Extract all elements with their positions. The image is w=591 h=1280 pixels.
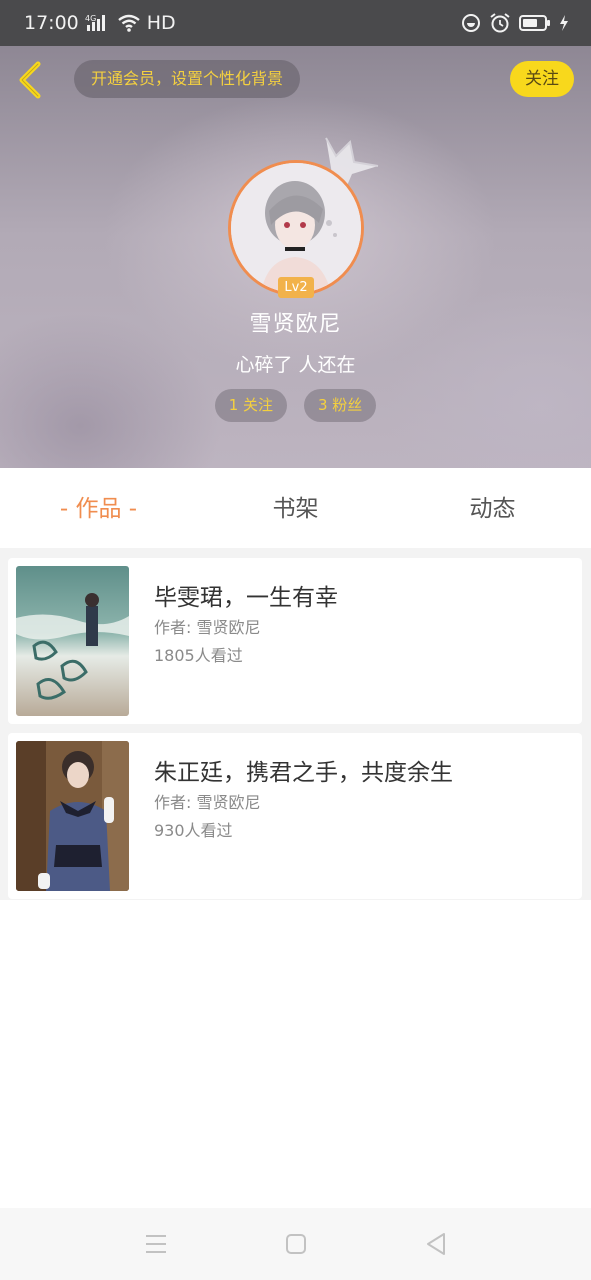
- charging-icon: [559, 14, 569, 32]
- tab-works[interactable]: - 作品 -: [0, 468, 197, 548]
- work-views: 930人看过: [154, 821, 233, 840]
- alarm-icon: [489, 12, 511, 34]
- book-cover-image: [16, 566, 129, 716]
- profile-header: 开通会员，设置个性化背景 关注 Lv2 雪贤欧尼 心碎了 人还在 1 关注 3: [0, 46, 591, 468]
- work-card[interactable]: 毕雯珺，一生有幸 作者: 雪贤欧尼 1805人看过: [8, 558, 582, 724]
- tab-activity[interactable]: 动态: [394, 468, 591, 548]
- home-button[interactable]: [279, 1227, 313, 1261]
- status-bar: 17:00 4G HD: [0, 0, 591, 46]
- username: 雪贤欧尼: [249, 312, 342, 337]
- works-list: 毕雯珺，一生有幸 作者: 雪贤欧尼 1805人看过 朱正廷，携君之手，共度余生 …: [0, 548, 591, 900]
- following-count-button[interactable]: 1 关注: [214, 389, 287, 422]
- tab-bookshelf[interactable]: 书架: [197, 468, 394, 548]
- work-author: 作者: 雪贤欧尼: [154, 618, 261, 637]
- work-author: 作者: 雪贤欧尼: [154, 793, 261, 812]
- avatar[interactable]: [228, 160, 364, 296]
- work-views: 1805人看过: [154, 646, 243, 665]
- work-title: 朱正廷，携君之手，共度余生: [154, 760, 453, 786]
- menu-icon: [145, 1235, 166, 1253]
- user-signature: 心碎了 人还在: [235, 354, 356, 376]
- work-title: 毕雯珺，一生有幸: [154, 585, 338, 611]
- system-navigation-bar: [0, 1208, 591, 1280]
- status-left: 17:00 4G HD: [24, 12, 176, 34]
- back-nav-button[interactable]: [419, 1227, 453, 1261]
- back-triangle-icon: [426, 1233, 445, 1255]
- back-button[interactable]: [14, 58, 50, 102]
- profile-tabs: - 作品 - 书架 动态: [0, 468, 591, 548]
- book-cover-image: [16, 741, 129, 891]
- user-stats: 1 关注 3 粉丝: [0, 389, 591, 422]
- menu-button[interactable]: [139, 1227, 173, 1261]
- vpn-icon: [461, 13, 481, 33]
- status-right: [461, 12, 569, 34]
- fans-count-button[interactable]: 3 粉丝: [304, 389, 377, 422]
- home-square-icon: [285, 1234, 306, 1254]
- network-label: HD: [146, 12, 176, 34]
- vip-background-banner[interactable]: 开通会员，设置个性化背景: [74, 60, 301, 98]
- follow-button[interactable]: 关注: [510, 61, 574, 97]
- status-time: 17:00: [24, 12, 79, 34]
- chevron-left-icon: [19, 61, 41, 99]
- battery-icon: [519, 14, 551, 32]
- 4g-signal-icon: 4G: [85, 13, 111, 33]
- work-card[interactable]: 朱正廷，携君之手，共度余生 作者: 雪贤欧尼 930人看过: [8, 733, 582, 899]
- wifi-icon: [117, 13, 141, 33]
- avatar-wrapper: [228, 160, 364, 296]
- svg-text:4G: 4G: [85, 14, 96, 23]
- avatar-illustration: [231, 163, 361, 293]
- level-badge: Lv2: [278, 277, 314, 298]
